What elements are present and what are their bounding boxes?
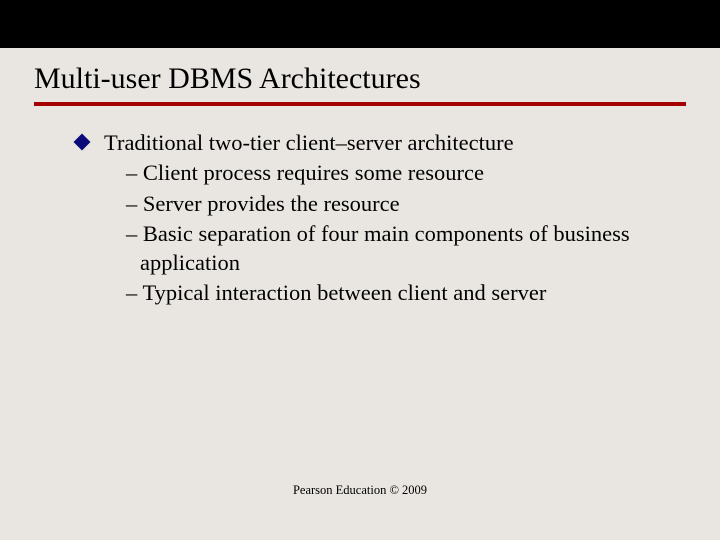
bullet-text: Traditional two-tier client–server archi… (104, 130, 514, 155)
sub-list: – Client process requires some resource … (104, 158, 660, 307)
diamond-bullet-icon (74, 134, 91, 151)
slide-title: Multi-user DBMS Architectures (0, 48, 720, 102)
sub-item: – Basic separation of four main componen… (126, 219, 660, 278)
footer-text: Pearson Education © 2009 (0, 483, 720, 498)
sub-item: – Typical interaction between client and… (126, 278, 660, 307)
slide: Multi-user DBMS Architectures Traditiona… (0, 0, 720, 540)
top-bar (0, 0, 720, 48)
bullet-item: Traditional two-tier client–server archi… (104, 128, 660, 308)
content-area: Traditional two-tier client–server archi… (0, 106, 720, 308)
sub-item: – Server provides the resource (126, 189, 660, 218)
sub-item: – Client process requires some resource (126, 158, 660, 187)
